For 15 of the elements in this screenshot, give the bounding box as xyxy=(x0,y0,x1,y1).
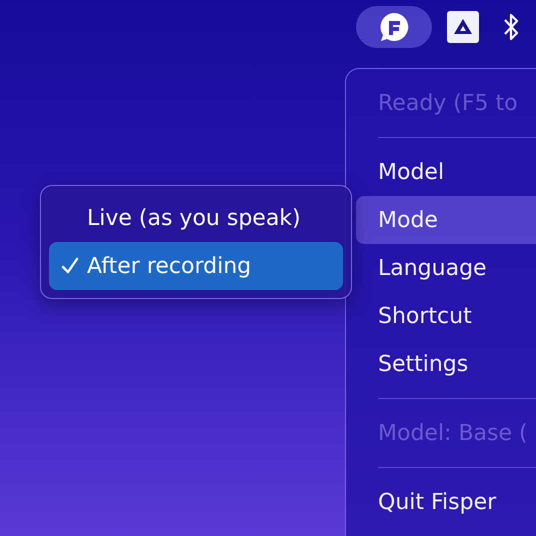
drive-icon xyxy=(447,11,479,43)
submenu-item-label: Live (as you speak) xyxy=(87,206,301,230)
menu-item[interactable]: Model xyxy=(356,148,536,196)
menu-item[interactable]: Settings xyxy=(356,340,536,388)
menu-status-text: Ready (F5 to xyxy=(377,90,519,118)
menu-status-text: Model: Base ( xyxy=(377,420,529,448)
menu-item[interactable]: Mode xyxy=(356,196,536,244)
menu-item[interactable]: Quit Fisper xyxy=(356,478,536,526)
menu-bar-app-button[interactable] xyxy=(356,6,432,48)
submenu-item-label: After recording xyxy=(87,254,252,278)
menu-item[interactable]: Shortcut xyxy=(356,292,536,340)
bluetooth-icon xyxy=(502,12,520,42)
submenu-item[interactable]: After recording xyxy=(49,242,343,290)
menu-item[interactable]: Language xyxy=(356,244,536,292)
submenu-item[interactable]: Live (as you speak) xyxy=(49,194,343,242)
